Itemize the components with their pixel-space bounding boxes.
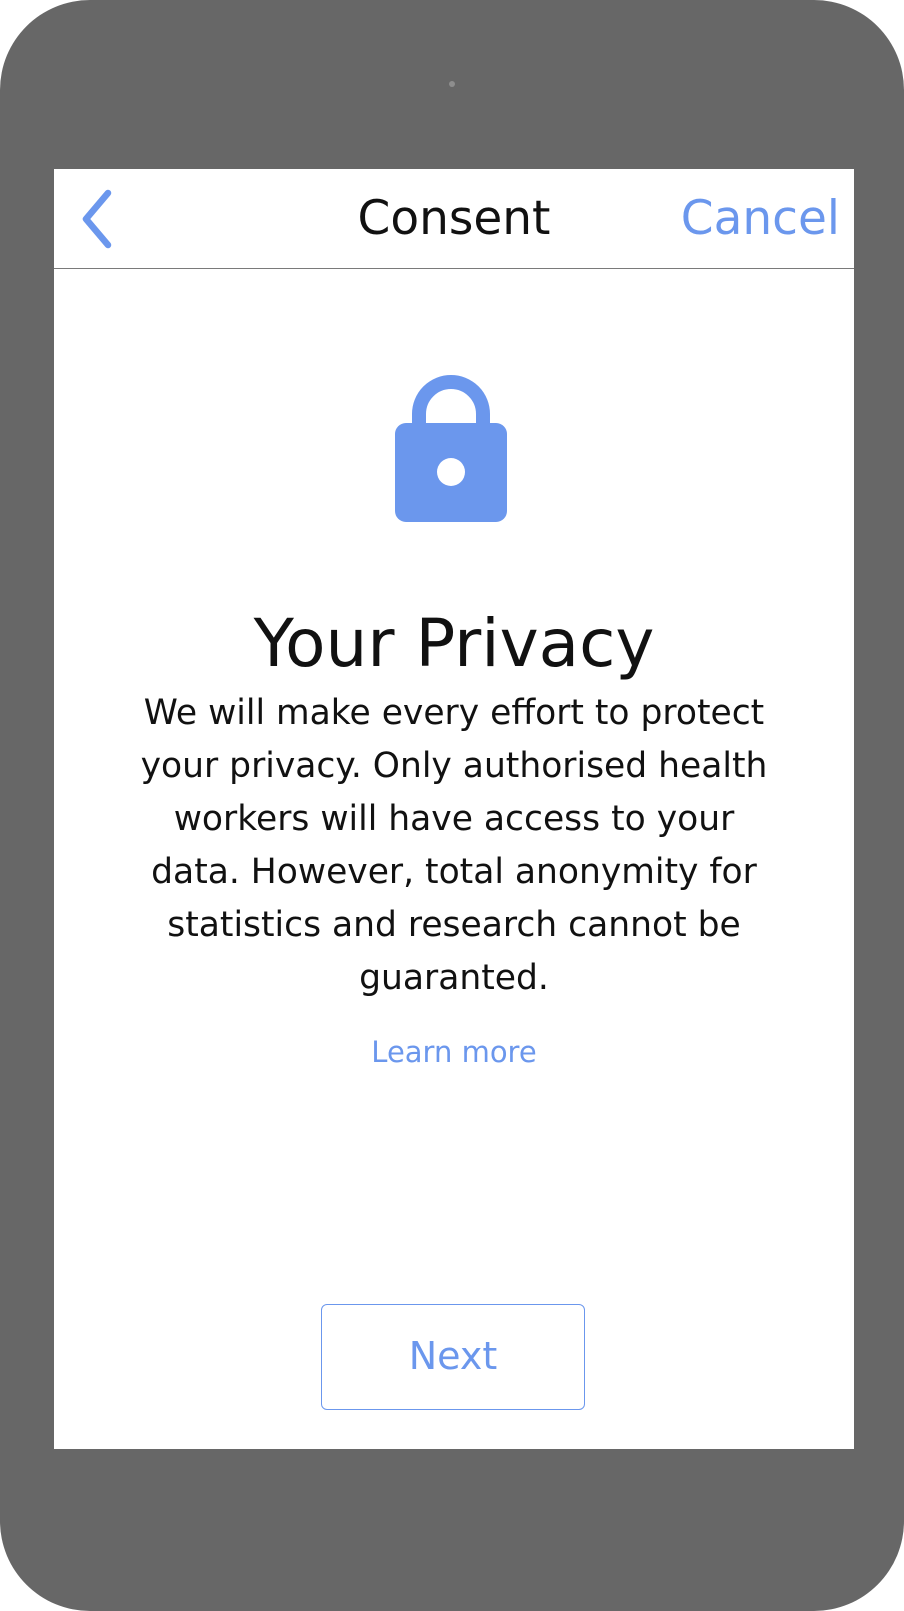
next-button[interactable]: Next	[321, 1304, 585, 1410]
privacy-description: We will make every effort to protect you…	[140, 693, 768, 998]
chevron-left-icon	[82, 189, 112, 249]
lock-icon	[395, 374, 507, 522]
device-frame: Consent Cancel Your Privacy We will make…	[0, 0, 904, 1611]
navigation-bar: Consent Cancel	[54, 169, 854, 269]
camera-dot	[449, 81, 455, 87]
learn-more-link[interactable]: Learn more	[54, 1032, 854, 1072]
page-heading: Your Privacy	[253, 605, 655, 682]
screen: Consent Cancel Your Privacy We will make…	[54, 169, 854, 1449]
cancel-button[interactable]: Cancel	[681, 169, 840, 268]
back-button[interactable]	[76, 189, 126, 249]
